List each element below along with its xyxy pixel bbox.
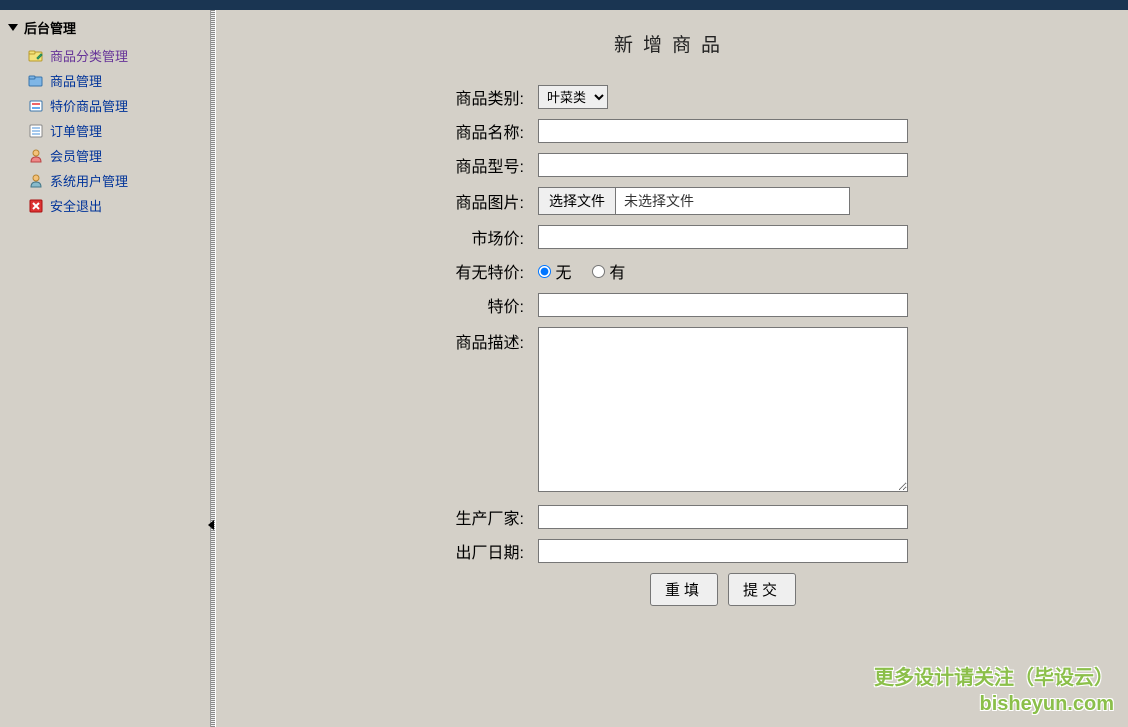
splitter[interactable] [210,10,216,727]
sidebar-item-sysuser[interactable]: 系统用户管理 [28,168,206,193]
file-status-text: 未选择文件 [616,188,702,214]
collapse-left-icon[interactable] [208,520,214,530]
input-special-price[interactable] [538,293,908,317]
page-title: 新增商品 [246,30,1098,57]
select-category[interactable]: 叶菜类 [538,85,608,109]
admin-icon [28,173,44,189]
triangle-down-icon [8,24,18,31]
radio-discount-no[interactable] [538,265,551,278]
radio-discount-yes[interactable] [592,265,605,278]
input-name[interactable] [538,119,908,143]
label-manufacturer: 生产厂家: [430,501,530,533]
main-content: 新增商品 商品类别: 叶菜类 商品名称: 商品型号: 商品图片: [216,10,1128,727]
sidebar-item-label: 安全退出 [50,196,102,215]
label-model: 商品型号: [430,149,530,181]
sidebar: 后台管理 商品分类管理 商品管理 特价商品管理 [0,10,210,727]
sidebar-item-label: 商品管理 [50,71,102,90]
label-category: 商品类别: [430,81,530,113]
sidebar-item-category[interactable]: 商品分类管理 [28,43,206,68]
file-input-wrap: 选择文件 未选择文件 [538,187,850,215]
top-bar [0,0,1128,10]
sidebar-item-order[interactable]: 订单管理 [28,118,206,143]
input-production-date[interactable] [538,539,908,563]
label-name: 商品名称: [430,115,530,147]
input-model[interactable] [538,153,908,177]
folder-edit-icon [28,48,44,64]
tag-icon [28,98,44,114]
label-image: 商品图片: [430,183,530,219]
label-market-price: 市场价: [430,221,530,253]
sidebar-toggle[interactable]: 后台管理 [8,18,206,37]
list-icon [28,123,44,139]
input-market-price[interactable] [538,225,908,249]
label-description: 商品描述: [430,323,530,499]
sidebar-item-label: 订单管理 [50,121,102,140]
input-manufacturer[interactable] [538,505,908,529]
reset-button[interactable]: 重填 [650,573,718,606]
radio-yes-wrap[interactable]: 有 [592,265,625,282]
sidebar-item-member[interactable]: 会员管理 [28,143,206,168]
file-choose-button[interactable]: 选择文件 [539,188,616,214]
folder-icon [28,73,44,89]
submit-button[interactable]: 提交 [728,573,796,606]
label-production-date: 出厂日期: [430,535,530,567]
radio-no-wrap[interactable]: 无 [538,265,576,282]
sidebar-item-label: 系统用户管理 [50,171,128,190]
sidebar-item-label: 会员管理 [50,146,102,165]
label-has-discount: 有无特价: [430,255,530,287]
sidebar-item-logout[interactable]: 安全退出 [28,193,206,218]
radio-no-label: 无 [555,265,571,282]
user-icon [28,148,44,164]
label-special-price: 特价: [430,289,530,321]
exit-icon [28,198,44,214]
sidebar-item-product[interactable]: 商品管理 [28,68,206,93]
sidebar-item-label: 商品分类管理 [50,46,128,65]
sidebar-item-label: 特价商品管理 [50,96,128,115]
textarea-description[interactable] [538,327,908,492]
sidebar-item-discount[interactable]: 特价商品管理 [28,93,206,118]
sidebar-header-label: 后台管理 [24,18,76,37]
radio-yes-label: 有 [609,265,625,282]
